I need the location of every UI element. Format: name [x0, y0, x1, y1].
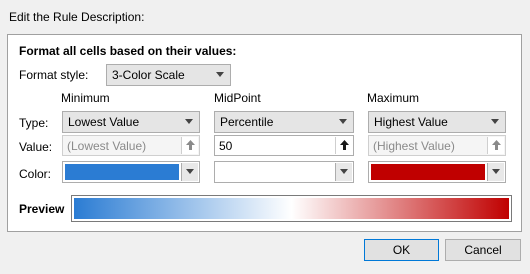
preview-bar: [71, 195, 512, 222]
chevron-down-icon: [340, 169, 348, 174]
value-label: Value:: [19, 140, 53, 154]
format-style-dropdown[interactable]: 3-Color Scale: [106, 64, 231, 86]
maximum-value-field[interactable]: (Highest Value): [368, 135, 506, 156]
range-select-button[interactable]: [181, 137, 198, 154]
chevron-down-icon: [185, 119, 193, 124]
midpoint-value-field[interactable]: 50: [214, 135, 354, 156]
chevron-down-icon: [216, 72, 224, 77]
color-dropdown-button[interactable]: [181, 163, 198, 181]
range-select-button[interactable]: [487, 137, 504, 154]
maximum-type-dropdown[interactable]: Highest Value: [368, 111, 506, 133]
midpoint-color-swatch: [217, 164, 333, 180]
maximum-color-swatch: [371, 164, 485, 180]
maximum-header: Maximum: [367, 91, 420, 105]
ok-button[interactable]: OK: [364, 239, 439, 261]
format-style-value: 3-Color Scale: [112, 68, 185, 82]
color-dropdown-button[interactable]: [487, 163, 504, 181]
minimum-value-text: (Lowest Value): [67, 139, 147, 153]
color-label: Color:: [19, 167, 52, 181]
preview-gradient: [74, 198, 509, 219]
minimum-color-picker[interactable]: [62, 161, 200, 183]
chevron-down-icon: [491, 119, 499, 124]
minimum-header: Minimum: [61, 91, 110, 105]
midpoint-value-text: 50: [219, 139, 233, 153]
range-select-button[interactable]: [335, 137, 352, 154]
collapse-range-icon: [186, 140, 195, 150]
rule-description-panel: Format all cells based on their values: …: [7, 34, 522, 232]
minimum-value-field[interactable]: (Lowest Value): [62, 135, 200, 156]
preview-label: Preview: [19, 202, 65, 216]
chevron-down-icon: [492, 169, 500, 174]
color-dropdown-button[interactable]: [335, 163, 352, 181]
midpoint-color-picker[interactable]: [214, 161, 354, 183]
chevron-down-icon: [339, 119, 347, 124]
collapse-range-icon: [340, 140, 349, 150]
collapse-range-icon: [492, 140, 501, 150]
midpoint-header: MidPoint: [214, 91, 261, 105]
maximum-color-picker[interactable]: [368, 161, 506, 183]
midpoint-type-dropdown[interactable]: Percentile: [214, 111, 354, 133]
format-style-label: Format style:: [19, 68, 89, 82]
rule-heading: Format all cells based on their values:: [19, 44, 237, 58]
section-label: Edit the Rule Description:: [9, 10, 145, 24]
maximum-value-text: (Highest Value): [373, 139, 455, 153]
maximum-type-value: Highest Value: [374, 115, 448, 129]
minimum-color-swatch: [65, 164, 179, 180]
cancel-button[interactable]: Cancel: [445, 239, 521, 261]
midpoint-type-value: Percentile: [220, 115, 274, 129]
minimum-type-dropdown[interactable]: Lowest Value: [62, 111, 200, 133]
chevron-down-icon: [186, 169, 194, 174]
type-label: Type:: [19, 116, 49, 130]
minimum-type-value: Lowest Value: [68, 115, 140, 129]
